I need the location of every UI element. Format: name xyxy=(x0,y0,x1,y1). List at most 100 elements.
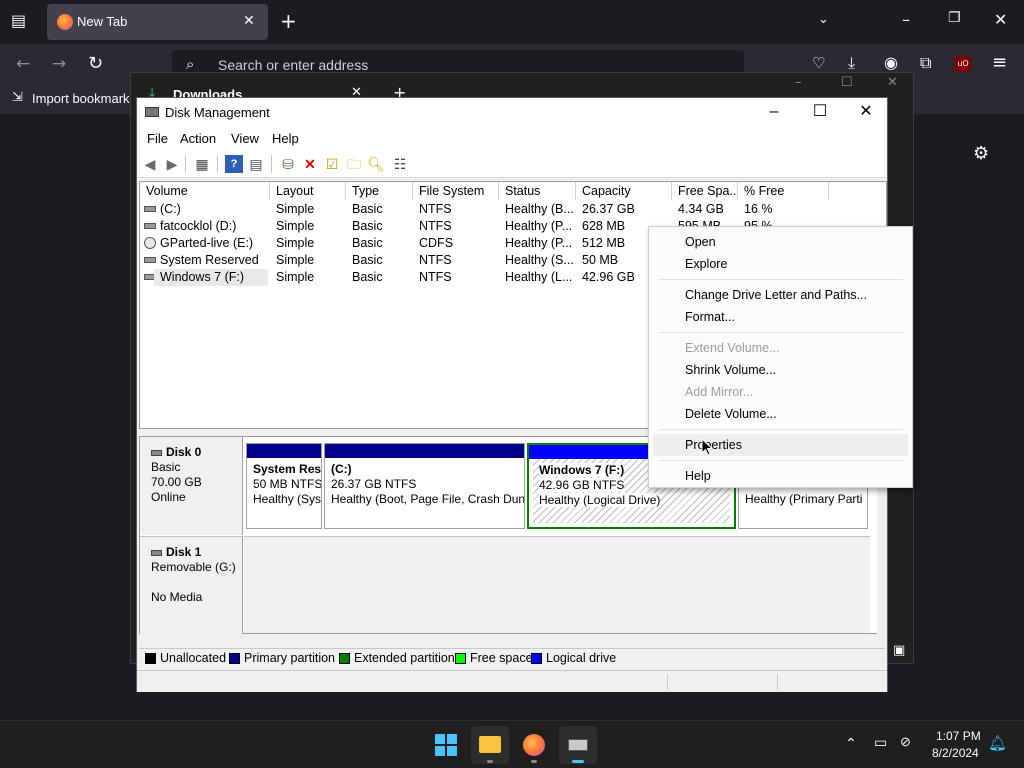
disk-1-info[interactable]: Disk 1 Removable (G:) No Media xyxy=(140,536,243,634)
menu-item-extend-volume: Extend Volume... xyxy=(685,341,780,355)
cell-status: Healthy (L... xyxy=(505,270,573,284)
context-menu: Open Explore Change Drive Letter and Pat… xyxy=(648,226,913,488)
clock-time[interactable]: 1:07 PM xyxy=(936,729,981,743)
reload-icon[interactable]: ↻ xyxy=(88,53,103,74)
toolbar-separator xyxy=(185,155,186,173)
running-indicator xyxy=(531,760,537,763)
menu-icon[interactable]: ≡ xyxy=(992,52,1007,73)
menu-item-explore[interactable]: Explore xyxy=(653,253,908,275)
properties-icon[interactable]: ☷ xyxy=(391,155,409,173)
disk-0-info[interactable]: Disk 0 Basic 70.00 GB Online xyxy=(140,437,243,535)
extensions-icon[interactable]: ⧉ xyxy=(920,53,931,73)
cell-layout: Simple xyxy=(276,270,315,284)
menu-item-change-drive-letter[interactable]: Change Drive Letter and Paths... xyxy=(653,284,908,306)
tab-list-icon[interactable]: ▤ xyxy=(11,11,26,30)
menu-help[interactable]: Help xyxy=(272,131,299,146)
column-header-volume[interactable]: Volume xyxy=(140,182,270,200)
tab-new-tab[interactable]: New Tab ✕ xyxy=(47,4,268,40)
cell-file-system: CDFS xyxy=(419,236,454,250)
downloads-icon[interactable]: ⤓ xyxy=(848,53,855,73)
partition-size: 50 MB NTFS xyxy=(253,477,321,491)
column-header-free-space[interactable]: Free Spa... xyxy=(672,182,738,200)
maximize-icon[interactable]: ☐ xyxy=(797,98,843,128)
legend-label: Primary partition xyxy=(244,651,335,665)
column-header-type[interactable]: Type xyxy=(346,182,413,200)
close-icon[interactable]: ✕ xyxy=(843,98,889,128)
show-hide-console-tree-icon[interactable]: ▦ xyxy=(193,155,211,173)
pocket-icon[interactable]: ♡ xyxy=(812,54,825,72)
disk-management-titlebar: Disk Management – ☐ ✕ xyxy=(137,98,887,128)
cell-file-system: NTFS xyxy=(419,253,452,267)
help-icon[interactable]: ? xyxy=(225,155,243,173)
menu-item-help[interactable]: Help xyxy=(653,465,908,487)
menu-item-delete-volume[interactable]: Delete Volume... xyxy=(653,403,908,425)
cell-volume: GParted-live (E:) xyxy=(160,236,254,250)
partition-c[interactable]: (C:) 26.37 GB NTFS Healthy (Boot, Page F… xyxy=(324,443,525,529)
cell-volume: System Reserved xyxy=(160,253,259,267)
menu-file[interactable]: File xyxy=(147,131,168,146)
menu-item-open[interactable]: Open xyxy=(653,231,908,253)
column-header-file-system[interactable]: File System xyxy=(413,182,499,200)
menu-item-properties[interactable]: Properties xyxy=(653,434,908,456)
menu-item-shrink-volume[interactable]: Shrink Volume... xyxy=(653,359,908,381)
gear-icon[interactable]: ⚙ xyxy=(973,143,989,164)
back-icon[interactable]: ◀ xyxy=(141,155,159,173)
status-bar xyxy=(137,670,887,692)
search-folder-icon[interactable]: 🔍︎ xyxy=(367,155,385,173)
downloads-maximize-icon[interactable]: ☐ xyxy=(841,75,853,90)
minimize-icon[interactable]: – xyxy=(902,10,910,29)
cell-file-system: NTFS xyxy=(419,219,452,233)
cell-layout: Simple xyxy=(276,202,315,216)
notification-bell-icon[interactable]: 🔔︎ xyxy=(988,734,1007,752)
partition-label: System Res 50 MB NTFS Healthy (Sys xyxy=(247,458,321,528)
ublock-icon[interactable]: uO xyxy=(955,56,971,72)
delete-icon[interactable]: ✕ xyxy=(301,155,319,173)
start-icon[interactable] xyxy=(427,726,465,764)
firefox-icon[interactable] xyxy=(515,726,553,764)
legend: Unallocated Primary partition Extended p… xyxy=(139,648,885,668)
menu-action[interactable]: Action xyxy=(180,131,216,146)
account-icon[interactable]: ◉ xyxy=(884,53,898,72)
disk-state: Online xyxy=(151,490,186,504)
downloads-minimize-icon[interactable]: – xyxy=(795,75,802,90)
clock-date[interactable]: 8/2/2024 xyxy=(932,746,979,760)
forward-icon[interactable]: → xyxy=(52,54,66,74)
menu-view[interactable]: View xyxy=(231,131,259,146)
taskbar: ⌃ ▭ ⊘ 1:07 PM 8/2/2024 🔔︎ xyxy=(0,720,1024,768)
address-placeholder: Search or enter address xyxy=(218,57,369,73)
new-tab-icon[interactable]: + xyxy=(280,9,297,33)
column-header-percent-free[interactable]: % Free xyxy=(738,182,829,200)
table-row[interactable]: (C:) Simple Basic NTFS Healthy (B... 26.… xyxy=(140,201,886,218)
connect-disk-icon[interactable]: ⛁ xyxy=(279,155,297,173)
toolbar-separator xyxy=(271,155,272,173)
column-header-capacity[interactable]: Capacity xyxy=(576,182,672,200)
disk-management-icon[interactable] xyxy=(559,726,597,764)
start-tile xyxy=(435,746,445,756)
minimize-icon[interactable]: – xyxy=(751,98,797,128)
check-icon[interactable]: ☑ xyxy=(323,155,341,173)
search-icon: ⌕ xyxy=(186,55,195,73)
column-header-status[interactable]: Status xyxy=(499,182,576,200)
menu-item-format[interactable]: Format... xyxy=(653,306,908,328)
forward-icon[interactable]: ▶ xyxy=(163,155,181,173)
restore-icon[interactable]: ❐ xyxy=(948,10,961,26)
chevron-up-icon[interactable]: ⌃ xyxy=(845,735,857,752)
folder-up-icon[interactable]: 🗀 xyxy=(345,155,363,173)
view-icon[interactable]: ▤ xyxy=(247,155,265,173)
resize-grip-icon[interactable]: ▣ xyxy=(893,643,905,658)
close-icon[interactable]: ✕ xyxy=(243,13,255,29)
window-close-icon[interactable]: ✕ xyxy=(994,10,1007,29)
chevron-down-icon[interactable]: ⌄ xyxy=(818,12,829,27)
cell-status: Healthy (P... xyxy=(505,236,573,250)
file-explorer-icon[interactable] xyxy=(471,726,509,764)
network-icon[interactable]: ▭ xyxy=(874,734,887,751)
cell-status: Healthy (S... xyxy=(505,253,574,267)
column-header-layout[interactable]: Layout xyxy=(270,182,346,200)
back-icon[interactable]: ← xyxy=(16,54,30,74)
volume-muted-icon[interactable]: ⊘ xyxy=(900,734,911,750)
downloads-window-close-icon[interactable]: ✕ xyxy=(887,75,898,90)
partition-system-reserved[interactable]: System Res 50 MB NTFS Healthy (Sys xyxy=(246,443,322,529)
cell-type: Basic xyxy=(352,202,383,216)
toolbar: ◀ ▶ ▦ ? ▤ ⛁ ✕ ☑ 🗀 🔍︎ ☷ xyxy=(137,150,887,178)
legend-label: Logical drive xyxy=(546,651,617,665)
